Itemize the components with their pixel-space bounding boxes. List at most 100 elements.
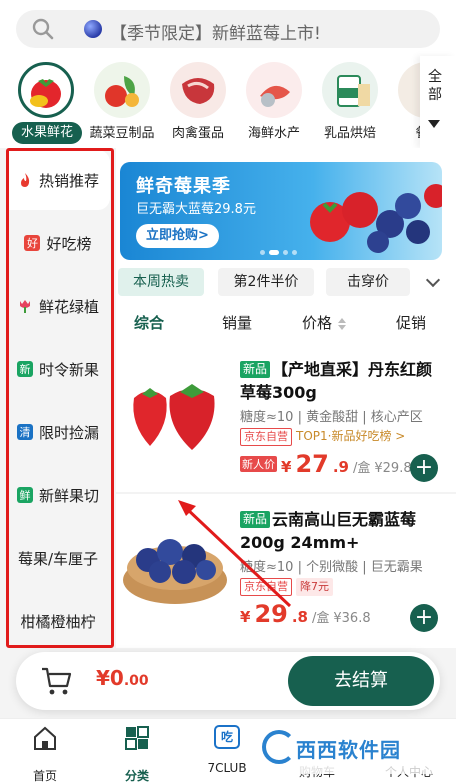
seafood-icon (246, 62, 302, 118)
category-strip: 水果鲜花 蔬菜豆制品 肉禽蛋品 海鲜水产 乳品烘焙 餐 (0, 56, 456, 148)
original-price: ¥36.8 (333, 611, 371, 626)
blueberry-product-image (123, 539, 227, 604)
sidebar-item-label: 好吃榜 (46, 234, 92, 253)
sidebar-item-tasty[interactable]: 好 好吃榜 (6, 213, 110, 273)
sidebar-item-label: 限时捡漏 (38, 423, 99, 442)
chip-weekly-hot[interactable]: 本周热卖 (118, 268, 204, 296)
price-integer: 29 (254, 600, 288, 628)
milk-icon (322, 62, 378, 118)
vegetable-icon (94, 62, 150, 118)
banner-subtitle: 巨无霸大蓝莓29.8元 (136, 202, 256, 217)
strawberry-product-image (133, 384, 215, 450)
sidebar-item-citrus[interactable]: 柑橘橙柚柠 (6, 591, 110, 651)
category-icon (125, 726, 149, 750)
sidebar-item-seasonal[interactable]: 新 时令新果 (6, 339, 110, 399)
chevron-down-icon[interactable] (425, 272, 441, 288)
sidebar-item-label: 新鲜果切 (38, 486, 99, 505)
tasty-badge-icon: 好 (24, 235, 41, 251)
sidebar-item-label: 时令新果 (38, 360, 99, 379)
fresh-badge-icon: 鲜 (16, 487, 33, 503)
add-to-cart-button[interactable]: + (410, 454, 438, 482)
product-card[interactable]: 新品 【产地直采】丹东红颜草莓300g 糖度≈10 | 黄金酸甜 | 核心产区 京… (116, 344, 456, 492)
newcomer-price-badge: 新人价 (240, 456, 277, 472)
all-categories-button[interactable]: 全部 (420, 56, 456, 148)
watermark-logo: 西西软件园 (256, 724, 442, 774)
sort-bar: 综合 销量 价格 促销 (116, 306, 456, 342)
sort-sales[interactable]: 销量 (222, 312, 252, 333)
search-icon (32, 18, 54, 40)
chip-lowest-price[interactable]: 击穿价 (326, 268, 410, 296)
jd-self-operated-tag: 京东自营 (240, 578, 292, 596)
product-subtitle: 糖度≈10 | 个别微酸 | 巨无霸果 (240, 560, 423, 575)
sidebar-item-label: 柑橘橙柚柠 (20, 612, 96, 631)
blueberry-icon (84, 20, 102, 38)
price-integer: 27 (295, 450, 329, 478)
sidebar-item-label: 热销推荐 (38, 171, 99, 190)
category-dairy-bakery[interactable]: 乳品烘焙 (310, 60, 386, 148)
price-unit: /盒 (311, 611, 330, 626)
tab-home[interactable]: 首页 (10, 725, 80, 783)
sidebar-item-flowers[interactable]: 鲜花绿植 (6, 276, 110, 336)
new-badge-icon: 新 (16, 361, 33, 377)
divider (116, 492, 456, 494)
product-title: 新品 【产地直采】丹东红颜草莓300g (240, 358, 444, 404)
checkout-button[interactable]: 去结算 (288, 656, 434, 706)
subcategory-sidebar: 热销推荐 好 好吃榜 鲜花绿植 新 时令新果 清 限时捡漏 鲜 新鲜果切 莓果/… (0, 148, 116, 648)
banner-title: 鲜奇莓果季 (136, 176, 231, 197)
new-tag: 新品 (240, 511, 271, 528)
sort-arrows-icon (338, 318, 346, 330)
product-title: 新品 云南高山巨无霸蓝莓200g 24mm+ (240, 508, 444, 554)
sort-price[interactable]: 价格 (302, 312, 332, 333)
sidebar-item-clearance[interactable]: 清 限时捡漏 (6, 402, 110, 462)
category-vegetables[interactable]: 蔬菜豆制品 (82, 60, 158, 148)
watermark-icon (262, 730, 296, 764)
tab-7club[interactable]: 吃 7CLUB (192, 725, 262, 775)
sort-comprehensive[interactable]: 综合 (134, 312, 164, 333)
category-label: 肉禽蛋品 (171, 126, 224, 141)
product-subtitle: 糖度≈10 | 黄金酸甜 | 核心产区 (240, 410, 423, 425)
chip-half-price[interactable]: 第2件半价 (218, 268, 314, 296)
berries-banner-image (310, 184, 442, 253)
product-tags: 京东自营 降7元 (240, 578, 333, 596)
meat-icon (170, 62, 226, 118)
category-label: 蔬菜豆制品 (89, 126, 155, 141)
original-price: ¥29.8 (374, 461, 412, 476)
price-unit: /盒 (352, 461, 371, 476)
strawberry-icon (18, 62, 74, 118)
home-icon (34, 726, 56, 750)
product-panel: 鲜奇莓果季 巨无霸大蓝莓29.8元 立即抢购> 本周热卖 第2件半价 击穿价 综… (116, 148, 456, 648)
product-price: 新人价 ¥27.9/盒 ¥29.8 (240, 450, 412, 478)
sort-promotion[interactable]: 促销 (396, 312, 426, 333)
category-meat-eggs[interactable]: 肉禽蛋品 (158, 60, 234, 148)
carousel-dots (260, 250, 297, 255)
watermark-text: 西西软件园 (296, 738, 401, 762)
new-tag: 新品 (240, 361, 271, 378)
search-input[interactable]: 【季节限定】新鲜蓝莓上市! (16, 10, 440, 48)
category-fruit-flowers[interactable]: 水果鲜花 (6, 60, 82, 148)
product-tags: 京东自营 TOP1·新品好吃榜 > (240, 428, 405, 446)
ranking-link[interactable]: TOP1·新品好吃榜 > (296, 428, 405, 446)
tab-category[interactable]: 分类 (102, 725, 172, 783)
filter-chips: 本周热卖 第2件半价 击穿价 (118, 268, 448, 298)
cart-total: ¥0.00 (96, 666, 149, 690)
category-label: 乳品烘焙 (323, 126, 376, 141)
discount-tag: 降7元 (296, 578, 333, 596)
flame-icon (17, 172, 33, 188)
sidebar-item-label: 莓果/车厘子 (17, 549, 99, 568)
price-decimal: .8 (291, 608, 308, 626)
category-seafood[interactable]: 海鲜水产 (234, 60, 310, 148)
all-categories-label: 全部 (428, 69, 442, 103)
tab-label: 分类 (124, 769, 149, 783)
currency-symbol: ¥ (240, 608, 251, 626)
cart-icon[interactable] (40, 666, 72, 696)
promo-banner[interactable]: 鲜奇莓果季 巨无霸大蓝莓29.8元 立即抢购> (120, 162, 442, 260)
product-card[interactable]: 新品 云南高山巨无霸蓝莓200g 24mm+ 糖度≈10 | 个别微酸 | 巨无霸… (116, 494, 456, 642)
sidebar-item-berries[interactable]: 莓果/车厘子 (6, 528, 110, 588)
search-bar-area: 【季节限定】新鲜蓝莓上市! (0, 0, 456, 56)
add-to-cart-button[interactable]: + (410, 604, 438, 632)
currency-symbol: ¥ (96, 666, 110, 690)
sidebar-item-fresh-cut[interactable]: 鲜 新鲜果切 (6, 465, 110, 525)
clearance-badge-icon: 清 (16, 424, 33, 440)
banner-buy-button[interactable]: 立即抢购> (136, 224, 219, 248)
sidebar-item-hot[interactable]: 热销推荐 (6, 150, 110, 210)
